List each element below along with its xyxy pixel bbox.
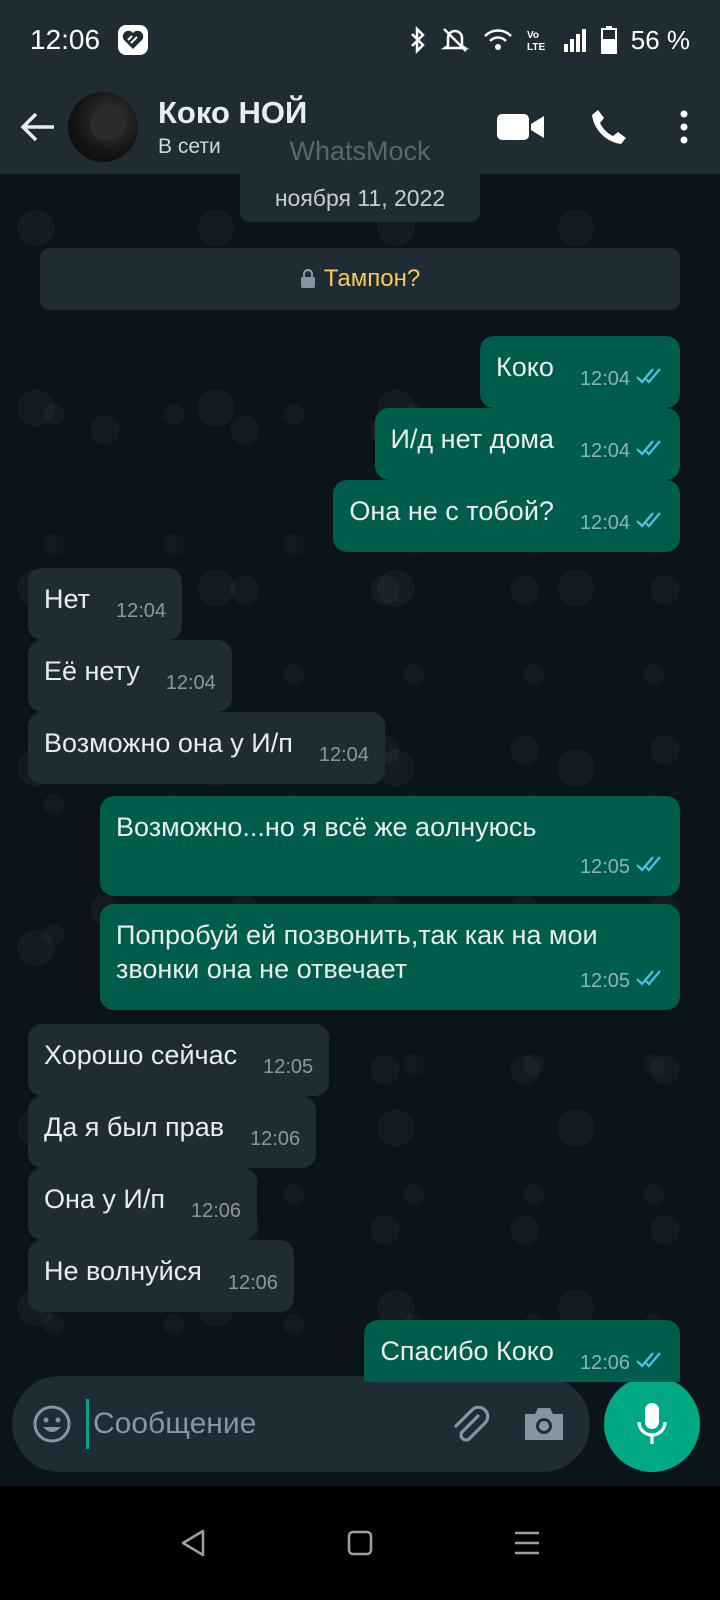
battery-icon [600, 26, 617, 54]
message-outgoing[interactable]: Она не с тобой? 12:04 [333, 480, 680, 552]
message-incoming[interactable]: Она у И/п 12:06 [28, 1168, 258, 1240]
message-time: 12:05 [579, 970, 630, 992]
message-text: И/д нет дома [390, 424, 554, 454]
message-meta: 12:06 [191, 1194, 241, 1228]
double-check-icon [636, 850, 664, 884]
message-meta: 12:04 [116, 594, 166, 628]
message-meta: 12:04 [580, 434, 664, 468]
message-text: Возможно она у И/п [44, 728, 293, 758]
message-outgoing[interactable]: Попробуй ей позвонить,так как на мои зво… [100, 904, 680, 1010]
message-meta: 12:04 [580, 506, 664, 540]
message-text: Спасибо Коко [380, 1336, 554, 1366]
emoji-button[interactable] [30, 1402, 74, 1446]
encryption-note[interactable]: Тампон? [40, 248, 680, 310]
attach-button[interactable] [442, 1396, 498, 1452]
system-navigation-bar [0, 1486, 720, 1600]
message-time: 12:06 [250, 1128, 301, 1150]
double-check-icon [636, 1346, 664, 1380]
wifi-icon [483, 28, 513, 52]
message-text: Возможно...но я всё же аолнуюсь [116, 812, 537, 842]
double-check-icon [636, 506, 664, 540]
triangle-back-icon [182, 1529, 205, 1557]
nav-home-button[interactable] [330, 1513, 390, 1573]
status-icons: Vo LTE 56 % [409, 25, 690, 56]
message-incoming[interactable]: Не волнуйся 12:06 [28, 1240, 294, 1312]
message-text: Попробуй ей позвонить,так как на мои зво… [116, 920, 598, 984]
message-time: 12:06 [579, 1352, 630, 1374]
message-incoming[interactable]: Хорошо сейчас 12:05 [28, 1024, 330, 1096]
message-meta: 12:05 [580, 964, 664, 998]
message-time: 12:04 [579, 512, 630, 534]
menu-lines-icon [514, 1531, 539, 1555]
bluetooth-icon [409, 26, 427, 54]
message-time: 12:06 [190, 1200, 242, 1222]
volte-icon: Vo LTE [527, 28, 549, 52]
message-incoming[interactable]: Возможно она у И/п 12:04 [28, 712, 385, 784]
contact-name: Коко НОЙ [158, 95, 308, 130]
status-time: 12:06 [30, 24, 101, 55]
message-text: Её нету [44, 656, 140, 686]
message-text: Да я был прав [44, 1112, 225, 1142]
chat-area[interactable]: ноября 11, 2022 Тампон? Коко 12:04 И/д н… [0, 174, 720, 1382]
message-input[interactable] [86, 1399, 416, 1449]
double-check-icon [636, 434, 664, 468]
message-meta: 12:04 [319, 738, 369, 772]
svg-text:Vo: Vo [527, 30, 539, 41]
message-meta: 12:05 [142, 850, 664, 884]
message-meta: 12:06 [580, 1346, 664, 1380]
status-bar: 12:06 Vo LTE 56 % [0, 0, 720, 80]
camera-button[interactable] [516, 1396, 572, 1452]
nav-back-button[interactable] [163, 1513, 223, 1573]
message-time: 12:04 [165, 672, 216, 694]
message-time: 12:05 [579, 856, 630, 878]
message-text: Коко [496, 352, 554, 382]
message-time: 12:06 [227, 1272, 278, 1294]
heart-badge-icon [118, 25, 149, 55]
nav-recents-button[interactable] [497, 1513, 557, 1573]
battery-percent: 56 % [630, 24, 690, 55]
paperclip-icon [454, 1405, 490, 1442]
message-time: 12:04 [579, 368, 630, 390]
double-check-icon [636, 362, 664, 396]
message-text: Она у И/п [44, 1184, 165, 1214]
camera-icon [525, 1408, 563, 1440]
message-text: Нет [44, 584, 90, 614]
lock-icon [300, 269, 315, 288]
message-meta: 12:06 [228, 1266, 278, 1300]
message-meta: 12:04 [580, 362, 664, 396]
message-meta: 12:05 [263, 1050, 313, 1084]
message-outgoing[interactable]: Коко 12:04 [480, 336, 680, 408]
emoji-icon [33, 1405, 71, 1443]
message-text: Она не с тобой? [349, 496, 554, 526]
message-outgoing[interactable]: И/д нет дома 12:04 [374, 408, 680, 480]
svg-text:LTE: LTE [527, 42, 545, 52]
message-time: 12:05 [263, 1056, 314, 1078]
message-time: 12:04 [579, 440, 630, 462]
message-time: 12:04 [115, 600, 167, 622]
message-incoming[interactable]: Её нету 12:04 [28, 640, 232, 712]
watermark: WhatsMock [289, 136, 431, 166]
message-time: 12:04 [318, 744, 369, 766]
signal-icon [563, 28, 587, 52]
date-chip: ноября 11, 2022 [240, 174, 480, 222]
encryption-note-text: Тампон? [323, 265, 421, 292]
message-composer [12, 1376, 590, 1472]
message-outgoing[interactable]: Возможно...но я всё же аолнуюсь 12:05 [100, 796, 680, 896]
message-text: Не волнуйся [44, 1256, 202, 1286]
message-outgoing[interactable]: Спасибо Коко 12:06 [364, 1320, 680, 1382]
message-meta: 12:06 [250, 1122, 300, 1156]
square-home-icon [347, 1530, 373, 1556]
message-incoming[interactable]: Да я был прав 12:06 [28, 1096, 317, 1168]
double-check-icon [636, 964, 664, 998]
mute-icon [440, 26, 469, 54]
message-text: Хорошо сейчас [44, 1040, 238, 1070]
voice-message-button[interactable] [604, 1376, 700, 1472]
message-incoming[interactable]: Нет 12:04 [28, 568, 183, 640]
microphone-icon [637, 1403, 667, 1444]
message-meta: 12:04 [166, 666, 216, 700]
